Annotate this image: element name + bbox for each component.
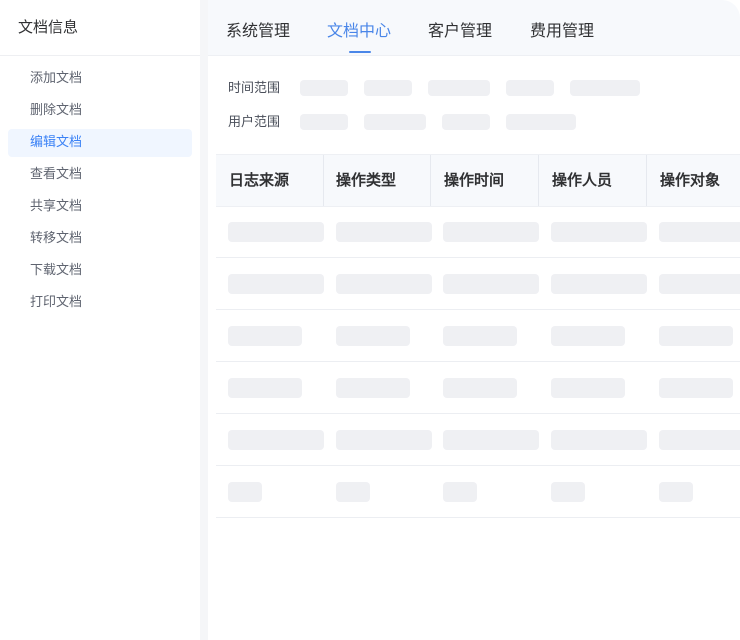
tab-document-center[interactable]: 文档中心 — [327, 20, 391, 42]
table-cell-placeholder — [228, 430, 324, 450]
table-cell-placeholder — [336, 326, 410, 346]
column-header-log-source[interactable]: 日志来源 — [216, 155, 324, 206]
sidebar-item-label: 共享文档 — [30, 199, 83, 214]
table-cell-placeholder — [443, 378, 517, 398]
column-header-operation-object[interactable]: 操作对象 — [647, 155, 740, 206]
column-header-label: 操作人员 — [552, 171, 613, 189]
table-cell-placeholder — [551, 430, 647, 450]
user-range-option-placeholder[interactable] — [300, 114, 348, 130]
sidebar-header: 文档信息 — [0, 0, 200, 56]
table-cell-placeholder — [551, 482, 585, 502]
tab-system-management[interactable]: 系统管理 — [226, 20, 290, 42]
sidebar-divider — [200, 0, 208, 640]
time-range-option-placeholder[interactable] — [428, 80, 490, 96]
column-header-operator[interactable]: 操作人员 — [539, 155, 647, 206]
table-cell-placeholder — [551, 326, 625, 346]
sidebar-item-share-document[interactable]: 共享文档 — [8, 193, 192, 221]
table-row-divider — [216, 309, 740, 310]
column-header-label: 日志来源 — [229, 171, 290, 189]
table-cell-placeholder — [228, 326, 302, 346]
table-cell-placeholder — [551, 222, 647, 242]
sidebar-item-delete-document[interactable]: 删除文档 — [8, 97, 192, 125]
table-cell-placeholder — [551, 274, 647, 294]
sidebar-item-view-document[interactable]: 查看文档 — [8, 161, 192, 189]
active-tab-indicator — [349, 51, 371, 53]
table-cell-placeholder — [228, 274, 324, 294]
table-cell-placeholder — [336, 274, 432, 294]
main-panel: 系统管理 文档中心 客户管理 费用管理 时间范围 用户范围 日志来源 操作类型 — [208, 0, 740, 640]
sidebar-list: 添加文档 删除文档 编辑文档 查看文档 共享文档 转移文档 下载文档 打印文档 — [0, 65, 200, 321]
user-range-label: 用户范围 — [228, 115, 281, 130]
table-cell-placeholder — [659, 430, 740, 450]
table-header: 日志来源 操作类型 操作时间 操作人员 操作对象 — [216, 154, 740, 207]
table-cell-placeholder — [443, 482, 477, 502]
table-cell-placeholder — [336, 430, 432, 450]
sidebar-item-label: 添加文档 — [30, 71, 83, 86]
table-cell-placeholder — [228, 222, 324, 242]
top-nav: 系统管理 文档中心 客户管理 费用管理 — [208, 0, 740, 56]
table-cell-placeholder — [659, 378, 733, 398]
table-cell-placeholder — [443, 326, 517, 346]
column-header-label: 操作时间 — [444, 171, 505, 189]
table-cell-placeholder — [659, 326, 733, 346]
time-range-label: 时间范围 — [228, 81, 281, 96]
time-range-option-placeholder[interactable] — [570, 80, 640, 96]
sidebar-item-label: 转移文档 — [30, 231, 83, 246]
table-row-divider — [216, 361, 740, 362]
table-cell-placeholder — [551, 378, 625, 398]
user-range-option-placeholder[interactable] — [364, 114, 426, 130]
table-cell-placeholder — [228, 378, 302, 398]
sidebar-item-download-document[interactable]: 下载文档 — [8, 257, 192, 285]
column-header-label: 操作对象 — [660, 171, 721, 189]
time-range-option-placeholder[interactable] — [506, 80, 554, 96]
table-row-divider — [216, 465, 740, 466]
sidebar-item-transfer-document[interactable]: 转移文档 — [8, 225, 192, 253]
sidebar-item-edit-document[interactable]: 编辑文档 — [8, 129, 192, 157]
sidebar: 文档信息 添加文档 删除文档 编辑文档 查看文档 共享文档 转移文档 下载文档 — [0, 0, 200, 640]
sidebar-item-label: 删除文档 — [30, 103, 83, 118]
table-cell-placeholder — [659, 274, 740, 294]
column-header-operation-time[interactable]: 操作时间 — [431, 155, 539, 206]
table-cell-placeholder — [443, 222, 539, 242]
table-row-divider — [216, 413, 740, 414]
column-header-operation-type[interactable]: 操作类型 — [323, 155, 431, 206]
table-cell-placeholder — [659, 222, 740, 242]
time-range-option-placeholder[interactable] — [300, 80, 348, 96]
table-cell-placeholder — [336, 482, 370, 502]
table-row-divider — [216, 257, 740, 258]
time-range-option-placeholder[interactable] — [364, 80, 412, 96]
tab-expense-management[interactable]: 费用管理 — [530, 20, 594, 42]
sidebar-item-label: 编辑文档 — [30, 135, 83, 150]
table-cell-placeholder — [228, 482, 262, 502]
sidebar-title: 文档信息 — [18, 18, 79, 36]
sidebar-item-add-document[interactable]: 添加文档 — [8, 65, 192, 93]
sidebar-item-label: 查看文档 — [30, 167, 83, 182]
tab-customer-management[interactable]: 客户管理 — [428, 20, 492, 42]
user-range-option-placeholder[interactable] — [506, 114, 576, 130]
table-cell-placeholder — [659, 482, 693, 502]
app-window: 文档信息 添加文档 删除文档 编辑文档 查看文档 共享文档 转移文档 下载文档 — [0, 0, 740, 640]
table-cell-placeholder — [336, 378, 410, 398]
table-cell-placeholder — [443, 274, 539, 294]
sidebar-item-label: 打印文档 — [30, 295, 83, 310]
table-cell-placeholder — [443, 430, 539, 450]
column-header-label: 操作类型 — [336, 171, 397, 189]
sidebar-item-print-document[interactable]: 打印文档 — [8, 289, 192, 317]
user-range-option-placeholder[interactable] — [442, 114, 490, 130]
table-row-divider — [216, 517, 740, 518]
table-cell-placeholder — [336, 222, 432, 242]
sidebar-item-label: 下载文档 — [30, 263, 83, 278]
